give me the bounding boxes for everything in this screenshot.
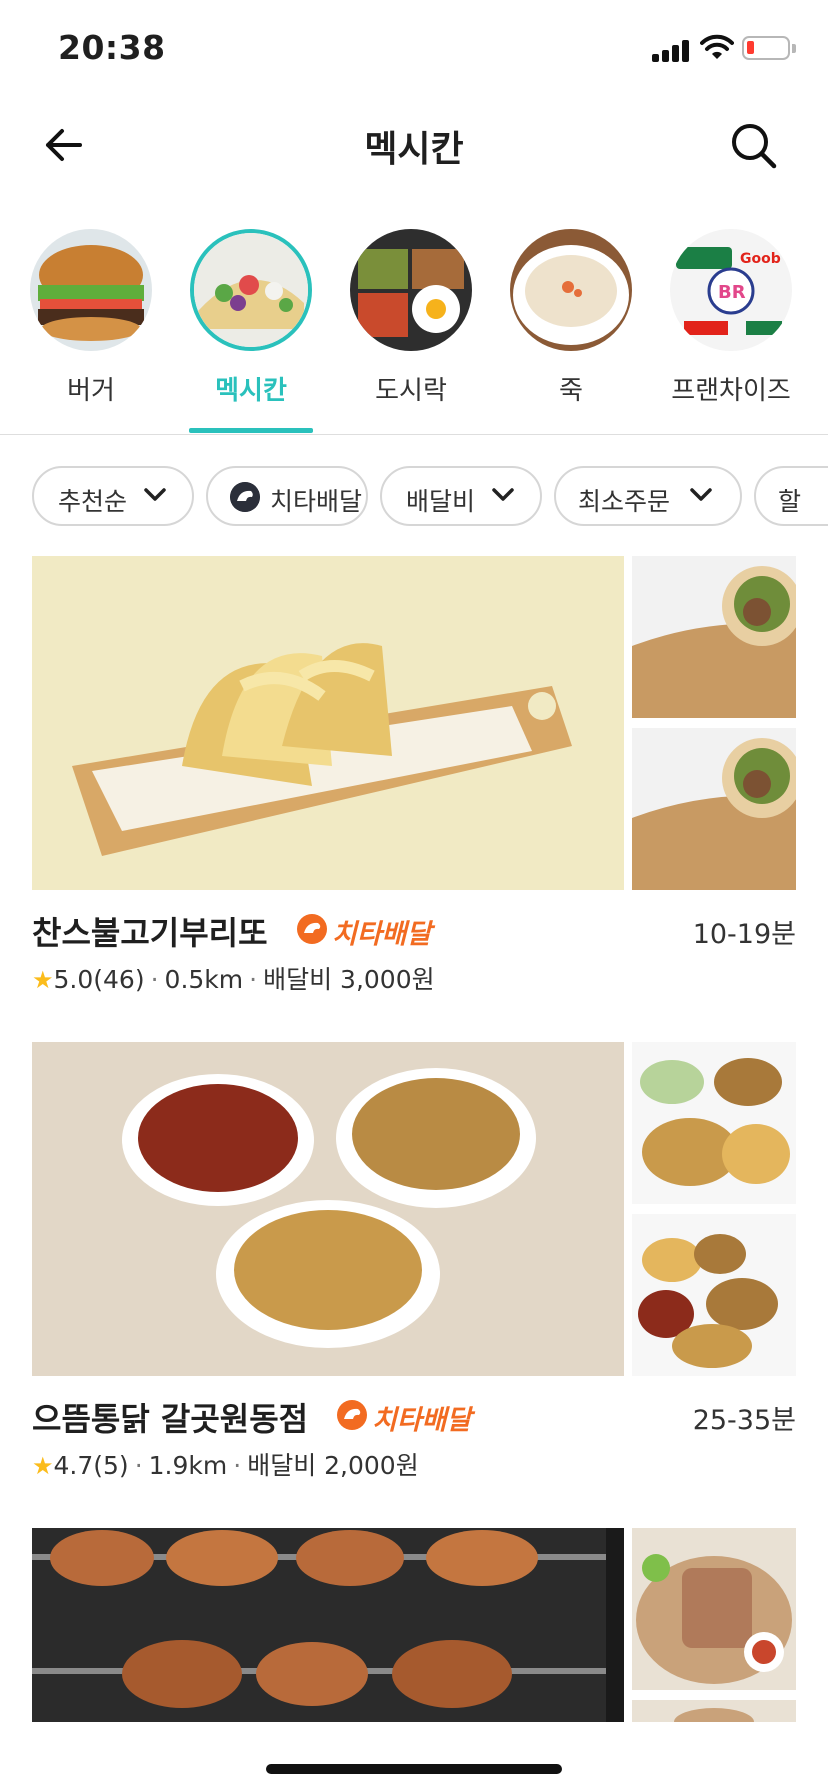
distance: 0.5km bbox=[164, 965, 244, 994]
delivery-time: 10-19분 bbox=[692, 919, 796, 950]
home-indicator bbox=[266, 1764, 562, 1774]
delivery-time: 25-35분 bbox=[692, 1405, 796, 1436]
restaurant-card[interactable]: 찬스불고기부리또 치타배달 10-19분 ★5.0(46) · 0.5km · 배달비 … bbox=[32, 556, 796, 1006]
search-icon bbox=[732, 124, 777, 169]
signal-icon bbox=[652, 38, 692, 62]
franchise-logos-image: Goob BR bbox=[670, 229, 792, 351]
delivery-fee: 배달비 2,000원 bbox=[247, 1451, 419, 1480]
restaurant-card[interactable] bbox=[32, 1528, 796, 1722]
category-porridge[interactable]: 죽 bbox=[501, 225, 641, 435]
delivery-fee: 배달비 3,000원 bbox=[263, 965, 435, 994]
cheetah-icon bbox=[297, 914, 327, 944]
category-lunchbox[interactable]: 도시락 bbox=[341, 225, 481, 435]
burger-image bbox=[30, 229, 152, 351]
side-image-partial bbox=[632, 1700, 796, 1722]
category-label: 프랜차이즈 bbox=[671, 376, 791, 406]
chevron-down-icon bbox=[492, 488, 514, 501]
distance: 1.9km bbox=[148, 1451, 228, 1480]
cheetah-icon bbox=[337, 1400, 367, 1430]
search-button[interactable] bbox=[726, 118, 782, 172]
burrito-image-1 bbox=[632, 556, 796, 718]
burrito-image-2 bbox=[632, 728, 796, 890]
status-bar: 20:38 bbox=[0, 0, 828, 100]
chip-label: 배달비 bbox=[406, 487, 476, 516]
chevron-down-icon bbox=[690, 488, 712, 501]
separator-dot: · bbox=[150, 965, 159, 994]
rating: 5.0(46) bbox=[53, 965, 145, 994]
active-tab-indicator bbox=[189, 428, 313, 433]
lunchbox-image bbox=[350, 229, 472, 351]
restaurant-meta: ★5.0(46) · 0.5km · 배달비 3,000원 bbox=[32, 960, 435, 996]
category-label: 버거 bbox=[67, 376, 115, 406]
discount-filter-chip[interactable]: 할 bbox=[754, 466, 828, 526]
delivery-fee-filter-chip[interactable]: 배달비 bbox=[380, 466, 542, 526]
taco-main-image bbox=[32, 556, 624, 890]
rating: 4.7(5) bbox=[53, 1451, 129, 1480]
svg-text:Goob: Goob bbox=[740, 251, 781, 267]
restaurant-name: 으뜸통닭 갈곳원동점 bbox=[32, 1400, 309, 1438]
cheetah-badge-label: 치타배달 bbox=[332, 919, 432, 950]
category-label: 도시락 bbox=[375, 376, 447, 406]
category-mexican[interactable]: 멕시칸 bbox=[181, 225, 321, 435]
category-label: 죽 bbox=[559, 376, 583, 406]
cheetah-delivery-badge: 치타배달 bbox=[296, 912, 431, 950]
chip-label: 추천순 bbox=[58, 487, 128, 516]
star-icon: ★ bbox=[32, 966, 54, 994]
restaurant-name: 찬스불고기부리또 bbox=[32, 914, 268, 952]
taco-image bbox=[190, 229, 312, 351]
chicken-fries-image bbox=[632, 1042, 796, 1204]
category-burger[interactable]: 버거 bbox=[21, 225, 161, 435]
restaurant-card[interactable]: 으뜸통닭 갈곳원동점 치타배달 25-35분 ★4.7(5) · 1.9km · 배달비… bbox=[32, 1042, 796, 1492]
chevron-down-icon bbox=[144, 488, 166, 501]
cheetah-badge-label: 치타배달 bbox=[372, 1405, 472, 1436]
cheetah-filter-chip[interactable]: 치타배달 bbox=[206, 466, 368, 526]
category-label: 멕시칸 bbox=[215, 376, 287, 406]
status-time: 20:38 bbox=[58, 28, 166, 67]
page-title: 멕시칸 bbox=[364, 129, 464, 170]
divider bbox=[0, 434, 828, 435]
porridge-image bbox=[510, 229, 632, 351]
chip-label: 할 bbox=[778, 487, 802, 516]
rotisserie-chicken-image bbox=[32, 1528, 624, 1722]
chicken-platter-image bbox=[632, 1214, 796, 1376]
star-icon: ★ bbox=[32, 1452, 54, 1480]
fried-chicken-main-image bbox=[32, 1042, 624, 1376]
separator-dot: · bbox=[134, 1451, 143, 1480]
nav-bar: 멕시칸 bbox=[0, 100, 828, 190]
filter-bar: 추천순 치타배달 배달비 최소주문 할 bbox=[32, 466, 828, 526]
svg-text:BR: BR bbox=[718, 282, 746, 303]
battery-nub bbox=[792, 44, 796, 53]
min-order-filter-chip[interactable]: 최소주문 bbox=[554, 466, 742, 526]
wifi-icon bbox=[700, 34, 734, 59]
screen: 20:38 멕시칸 버거 멕시칸 도시락 죽 Goob BR 프랜차이즈 추천순… bbox=[0, 0, 828, 1792]
separator-dot: · bbox=[233, 1451, 242, 1480]
chip-label: 치타배달 bbox=[270, 487, 363, 516]
cheetah-delivery-badge: 치타배달 bbox=[336, 1398, 471, 1436]
sort-filter-chip[interactable]: 추천순 bbox=[32, 466, 194, 526]
battery-icon bbox=[742, 36, 790, 60]
separator-dot: · bbox=[249, 965, 258, 994]
cheetah-icon bbox=[230, 482, 260, 512]
category-franchise[interactable]: Goob BR 프랜차이즈 bbox=[661, 225, 801, 435]
chip-label: 최소주문 bbox=[578, 487, 671, 516]
restaurant-meta: ★4.7(5) · 1.9km · 배달비 2,000원 bbox=[32, 1446, 419, 1482]
category-tabs: 버거 멕시칸 도시락 죽 Goob BR 프랜차이즈 bbox=[0, 225, 828, 435]
sliced-meat-image bbox=[632, 1528, 796, 1690]
